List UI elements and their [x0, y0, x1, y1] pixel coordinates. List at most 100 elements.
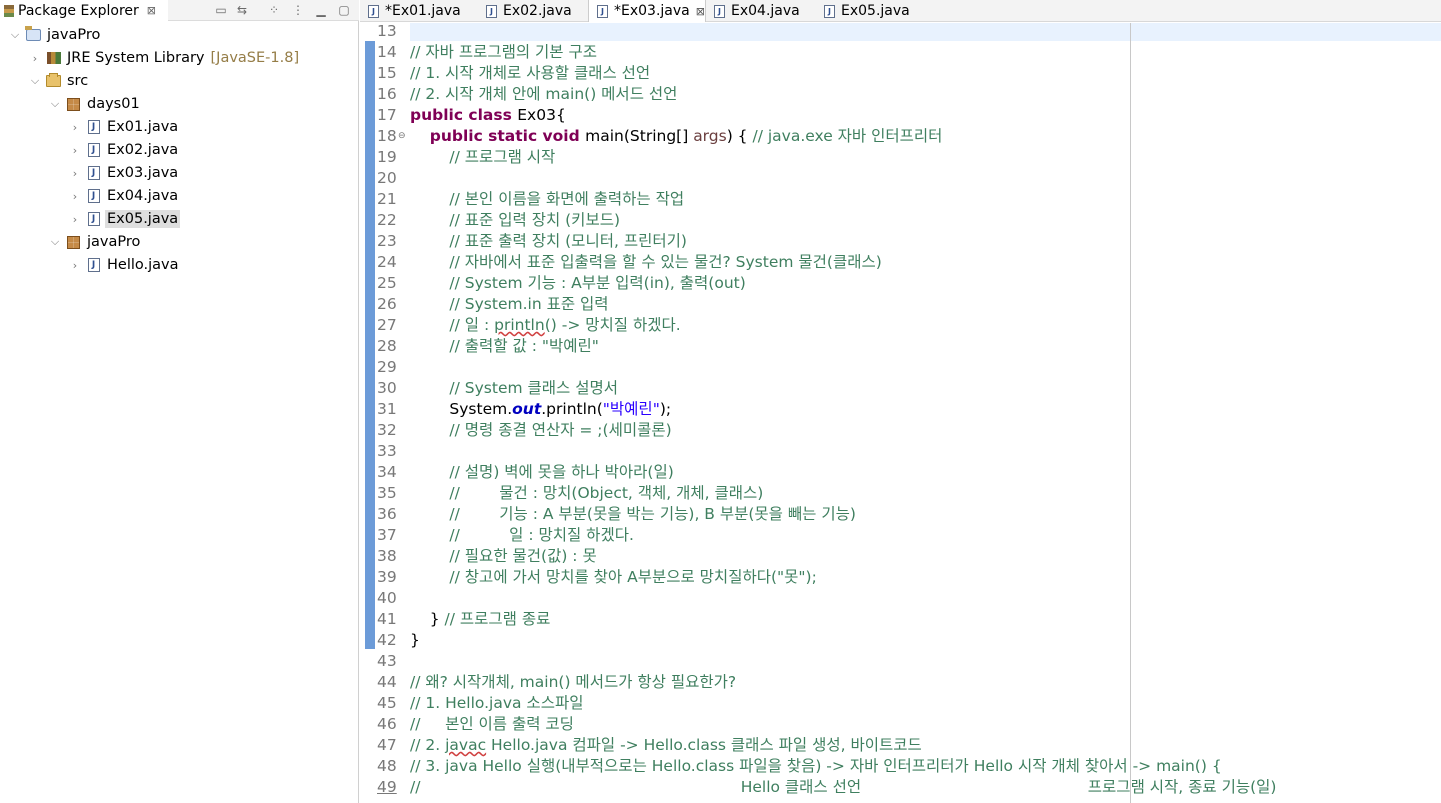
focus-icon[interactable]: ⁘ — [266, 2, 282, 18]
code-token: // System 기능 : A부분 입력(in), 출력(out) — [449, 274, 746, 292]
code-line: 34 // 설명) 벽에 못을 하나 박아라(일) — [360, 462, 1441, 483]
code-line: 25 // System 기능 : A부분 입력(in), 출력(out) — [360, 273, 1441, 294]
code-token: println — [494, 316, 545, 334]
close-view-icon[interactable]: ⊠ — [147, 4, 156, 17]
line-number: 33 — [377, 442, 397, 460]
line-number: 21 — [377, 190, 397, 208]
tree-item[interactable]: › J Ex02.java — [68, 139, 180, 161]
package-explorer-tab[interactable]: Package Explorer ⊠ — [0, 0, 168, 21]
chevron-down-icon[interactable]: ⌵ — [48, 97, 62, 111]
code-line: 43 — [360, 651, 1441, 672]
code-line: 31 System.out.println("박예린"); — [360, 399, 1441, 420]
tree-item[interactable]: › JRE System Library [JavaSE-1.8] — [28, 47, 299, 69]
line-number: 43 — [377, 652, 397, 670]
chevron-down-icon[interactable]: ⌵ — [48, 235, 62, 249]
code-token: public class — [410, 106, 518, 124]
code-text: // 일 : println() -> 망치질 하겠다. — [410, 315, 681, 336]
fold-collapse-icon[interactable]: ⊖ — [398, 126, 406, 147]
code-text: // 물건 : 망치(Object, 객체, 개체, 클래스) — [410, 483, 763, 504]
java-file-icon: J — [597, 4, 608, 18]
minimize-icon[interactable]: ▁ — [313, 2, 329, 18]
editor-tab[interactable]: J Ex02.java — [478, 0, 588, 22]
editor-tab[interactable]: J *Ex03.java ⊠ — [588, 0, 706, 22]
java-file-icon: J — [85, 188, 102, 204]
tree-item-label: Ex05.java — [105, 210, 181, 228]
tree-item[interactable]: ⌵ days01 — [48, 93, 142, 115]
editor-tab[interactable]: J Ex05.java — [816, 0, 926, 22]
line-number: 46 — [377, 715, 397, 733]
tree-item[interactable]: › J Hello.java — [68, 254, 181, 276]
code-editor[interactable]: 13 14 // 자바 프로그램의 기본 구조 15 // 1. 시작 개체로 사용할 … — [360, 23, 1441, 803]
chevron-right-icon[interactable]: › — [68, 121, 82, 134]
line-number: 16 — [377, 85, 397, 103]
editor-tabbar: J *Ex01.java J Ex02.java J *Ex03.java ⊠ J Ex04.j… — [360, 0, 1441, 22]
code-line: 32 // 명령 종결 연산자 = ;(세미콜론) — [360, 420, 1441, 441]
line-number: 15 — [377, 64, 397, 82]
line-number: 17 — [377, 106, 397, 124]
code-token: // java.exe 자바 인터프리터 — [752, 127, 943, 145]
code-line: 30 // System 클래스 설명서 — [360, 378, 1441, 399]
link-with-editor-icon[interactable]: ⇆ — [234, 2, 250, 18]
chevron-down-icon[interactable]: ⌵ — [8, 28, 22, 42]
code-line: 21 // 본인 이름을 화면에 출력하는 작업 — [360, 189, 1441, 210]
tree-item[interactable]: ⌵ src — [28, 70, 90, 92]
tree-item[interactable]: › J Ex01.java — [68, 116, 180, 138]
collapse-all-icon[interactable]: ▭ — [213, 2, 229, 18]
code-text: // 1. Hello.java 소스파일 — [410, 693, 583, 714]
line-number: 35 — [377, 484, 397, 502]
tree-item[interactable]: ⌵ javaPro — [8, 24, 102, 46]
package-icon — [65, 96, 82, 112]
code-token: args — [693, 127, 727, 145]
tree-item-label: Ex04.java — [107, 188, 179, 204]
view-menu-icon[interactable]: ⋮ — [290, 2, 306, 18]
editor-tab-label: Ex05.java — [841, 3, 910, 19]
chevron-right-icon[interactable]: › — [68, 259, 82, 272]
tree-item[interactable]: › J Ex04.java — [68, 185, 180, 207]
line-number: 40 — [377, 589, 397, 607]
java-file-icon: J — [85, 257, 102, 273]
java-file-icon: J — [368, 4, 379, 18]
chevron-right-icon[interactable]: › — [68, 190, 82, 203]
maximize-icon[interactable]: ▢ — [336, 2, 352, 18]
editor-tab-label: Ex02.java — [503, 3, 572, 19]
java-file-icon: J — [714, 4, 725, 18]
code-line: 46 // 본인 이름 출력 코딩 — [360, 714, 1441, 735]
code-token: // 1. Hello.java 소스파일 — [410, 694, 584, 712]
line-number: 13 — [377, 23, 397, 40]
code-token: // 기능 : A 부분(못을 박는 기능), B 부분(못을 빼는 기능) — [449, 505, 856, 523]
code-text: // 창고에 가서 망치를 찾아 A부분으로 망치질하다("못"); — [410, 567, 817, 588]
chevron-right-icon[interactable]: › — [68, 167, 82, 180]
editor-tab-label: *Ex03.java — [614, 3, 690, 19]
tree-item-decoration: [JavaSE-1.8] — [210, 50, 300, 66]
code-token: out — [512, 400, 542, 418]
chevron-right-icon[interactable]: › — [68, 213, 82, 226]
chevron-right-icon[interactable]: › — [28, 52, 42, 65]
code-text: // 출력할 값 : "박예린" — [410, 336, 598, 357]
code-line: 26 // System.in 표준 입력 — [360, 294, 1441, 315]
code-token: javac — [445, 736, 487, 754]
editor-tab[interactable]: J *Ex01.java — [360, 0, 478, 22]
close-tab-icon[interactable]: ⊠ — [696, 5, 705, 18]
code-text: } // 프로그램 종료 — [410, 609, 551, 630]
tree-item[interactable]: ⌵ javaPro — [48, 231, 142, 253]
tree-item[interactable]: › J Ex03.java — [68, 162, 180, 184]
tree-item[interactable]: › J Ex05.java — [68, 208, 181, 230]
editor-tab[interactable]: J Ex04.java — [706, 0, 816, 22]
code-text: // 기능 : A 부분(못을 박는 기능), B 부분(못을 빼는 기능) — [410, 504, 856, 525]
code-token: public static void — [429, 127, 586, 145]
code-text: // 1. 시작 개체로 사용할 클래스 선언 — [410, 63, 650, 84]
chevron-right-icon[interactable]: › — [68, 144, 82, 157]
code-text: // 2. 시작 개체 안에 main() 메서드 선언 — [410, 84, 677, 105]
code-token: // 창고에 가서 망치를 찾아 A부분으로 망치질하다("못"); — [449, 568, 817, 586]
code-line: 37 // 일 : 망치질 하겠다. — [360, 525, 1441, 546]
code-text: // 2. javac Hello.java 컴파일 -> Hello.clas… — [410, 735, 922, 756]
code-text: public static void main(String[] args) {… — [410, 126, 943, 147]
explorer-header: Package Explorer ⊠ ▭ ⇆ ⁘ ⋮ ▁ ▢ — [0, 0, 359, 21]
code-token: () -> 망치질 하겠다. — [544, 316, 681, 334]
chevron-down-icon[interactable]: ⌵ — [28, 74, 42, 88]
